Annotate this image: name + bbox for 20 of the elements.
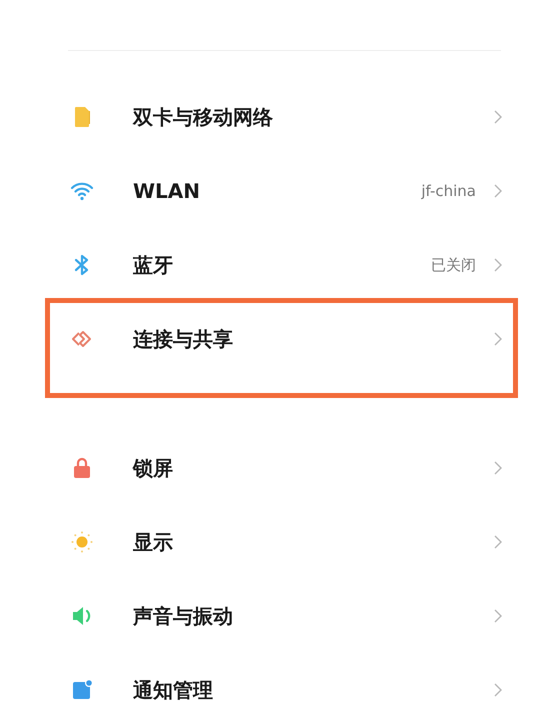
chevron-icon xyxy=(494,258,502,272)
setting-label[interactable]: 通知管理 xyxy=(133,676,494,704)
chevron-icon xyxy=(494,535,502,549)
chevron-icon xyxy=(494,110,502,124)
setting-value: jf-china xyxy=(421,182,476,200)
setting-label[interactable]: 显示 xyxy=(133,528,494,556)
setting-value: 已关闭 xyxy=(431,256,476,274)
chevron-icon xyxy=(494,184,502,198)
setting-label[interactable]: 声音与振动 xyxy=(133,602,494,630)
sun-icon xyxy=(70,530,94,554)
chevron-icon xyxy=(494,609,502,623)
setting-label[interactable]: 锁屏 xyxy=(133,454,494,482)
notification-icon xyxy=(70,678,94,702)
chevron-icon xyxy=(494,332,502,346)
chevron-icon xyxy=(494,683,502,697)
setting-label[interactable]: 连接与共享 xyxy=(133,326,494,352)
setting-label[interactable]: WLAN xyxy=(133,179,422,203)
setting-label[interactable]: 双卡与移动网络 xyxy=(133,104,494,130)
chevron-icon xyxy=(494,461,502,475)
setting-label[interactable]: 蓝牙 xyxy=(133,252,431,278)
